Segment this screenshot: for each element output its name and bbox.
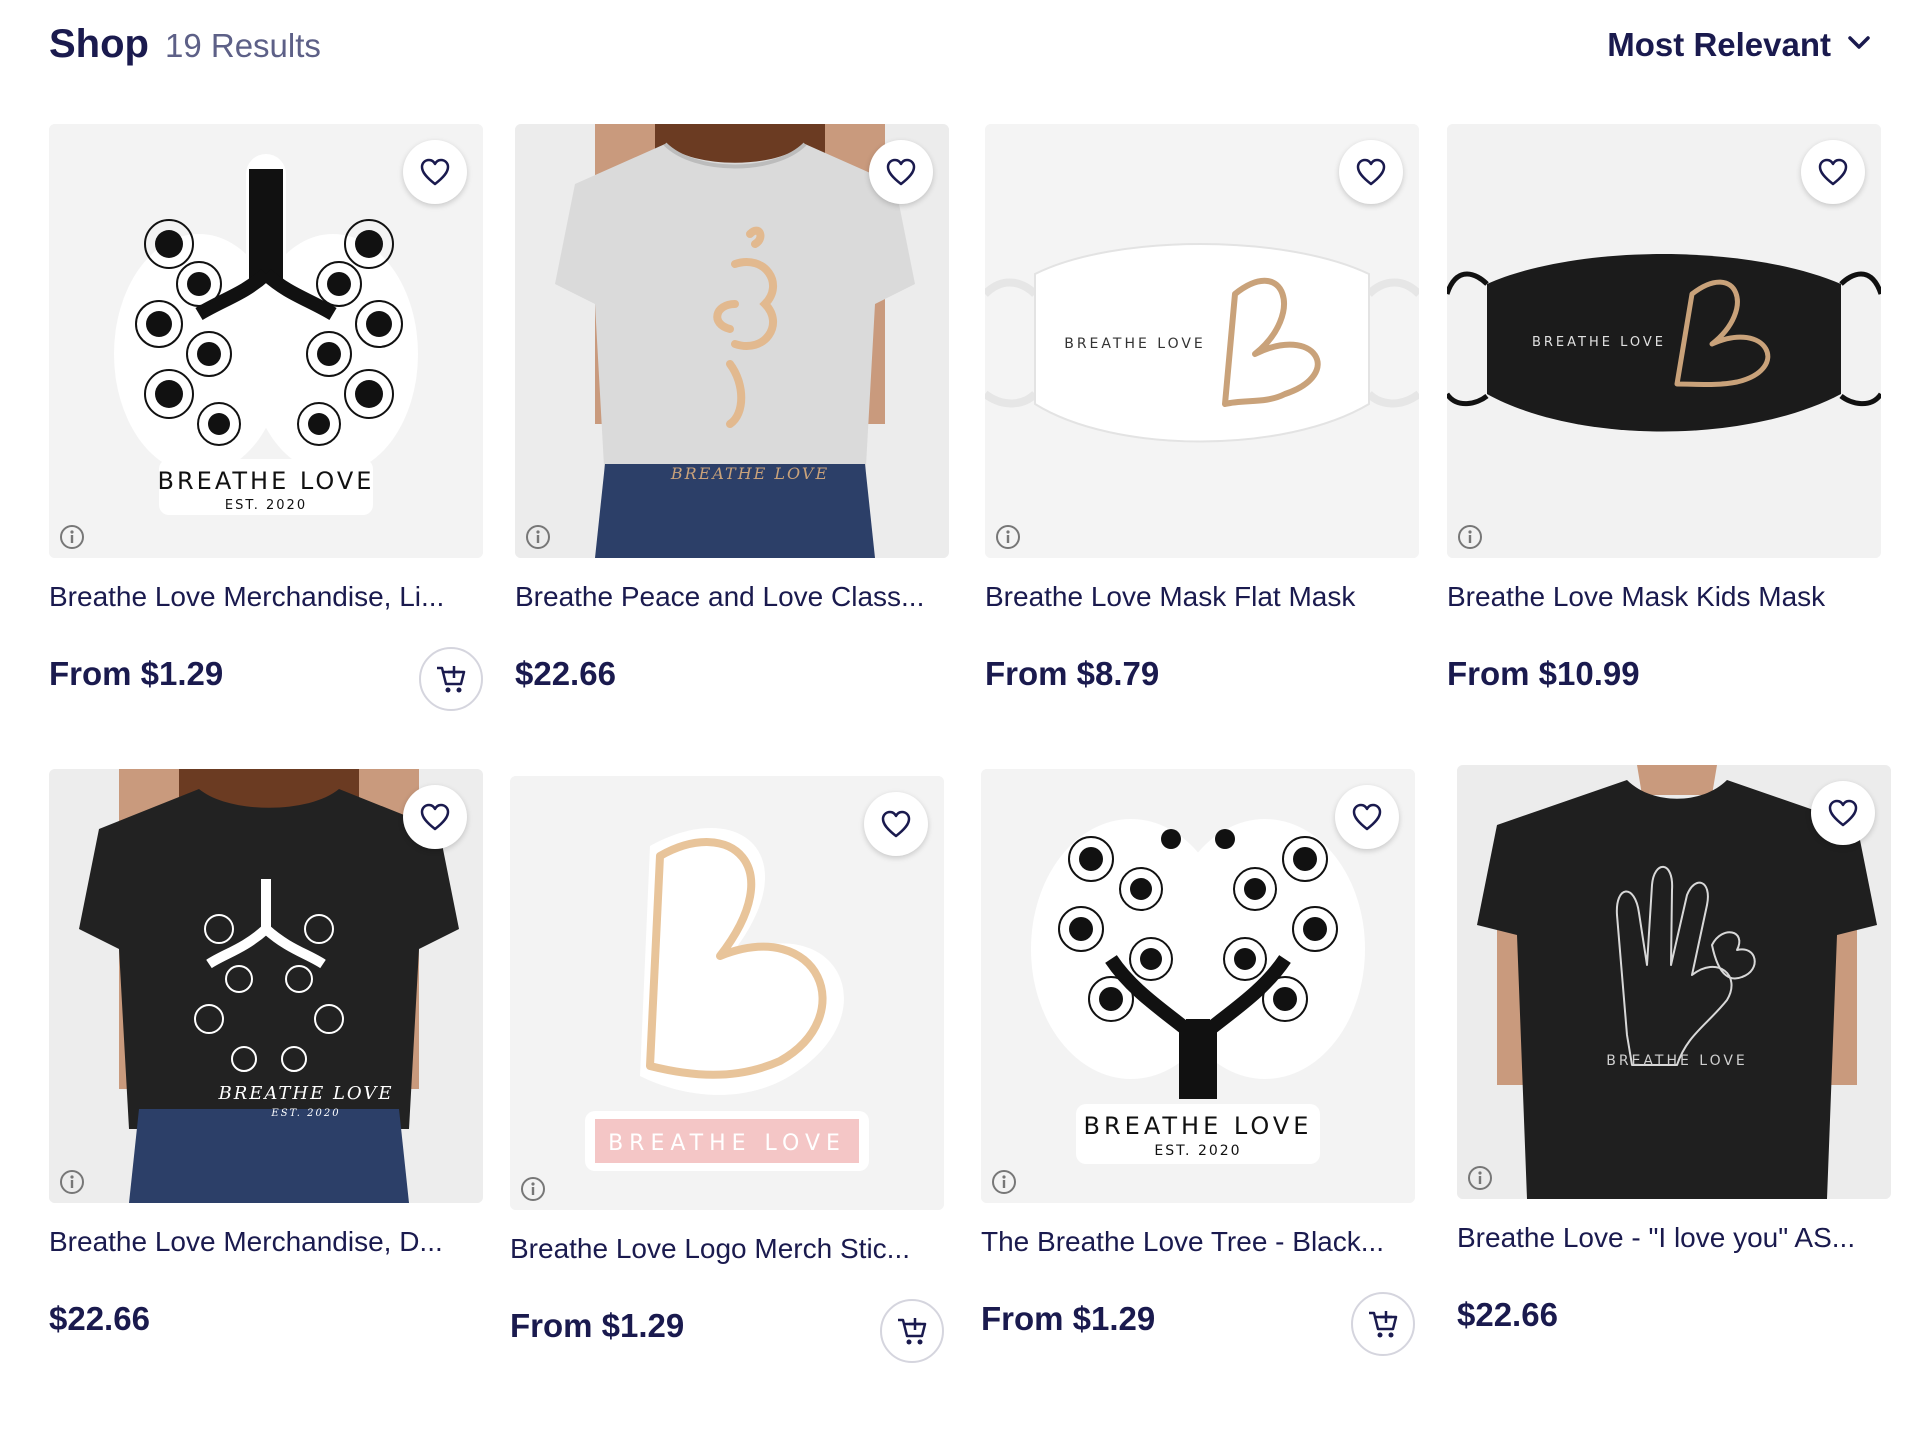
favorite-button[interactable] bbox=[1801, 140, 1865, 204]
info-icon bbox=[60, 525, 84, 549]
product-title[interactable]: Breathe Love Mask Kids Mask bbox=[1447, 581, 1881, 613]
info-icon bbox=[992, 1170, 1016, 1194]
product-card[interactable]: BREATHE LOVE EST. 2020 The Breathe Love … bbox=[981, 769, 1415, 1356]
product-price: $22.66 bbox=[49, 1300, 150, 1337]
product-title[interactable]: Breathe Peace and Love Class... bbox=[515, 581, 949, 613]
heart-icon bbox=[1356, 158, 1386, 186]
add-to-cart-button[interactable] bbox=[1351, 1292, 1415, 1356]
svg-text:BREATHE LOVE: BREATHE LOVE bbox=[158, 467, 375, 495]
svg-text:EST. 2020: EST. 2020 bbox=[1154, 1143, 1241, 1159]
svg-text:BREATHE LOVE: BREATHE LOVE bbox=[608, 1131, 846, 1156]
favorite-button[interactable] bbox=[869, 140, 933, 204]
product-title[interactable]: Breathe Love Merchandise, D... bbox=[49, 1226, 483, 1258]
svg-text:BREATHE LOVE: BREATHE LOVE bbox=[1084, 1112, 1313, 1140]
product-image[interactable]: BREATHE LOVE EST. 2020 bbox=[49, 124, 483, 558]
product-price: From $1.29 bbox=[510, 1307, 685, 1344]
sort-dropdown[interactable]: Most Relevant bbox=[1607, 26, 1871, 64]
product-price: From $8.79 bbox=[985, 655, 1160, 692]
heart-icon bbox=[1828, 799, 1858, 827]
product-price: $22.66 bbox=[1457, 1296, 1558, 1333]
svg-text:EST. 2020: EST. 2020 bbox=[270, 1108, 340, 1119]
sort-label: Most Relevant bbox=[1607, 26, 1831, 63]
svg-text:EST. 2020: EST. 2020 bbox=[225, 498, 307, 513]
heart-icon bbox=[1352, 803, 1382, 831]
svg-text:BREATHE LOVE: BREATHE LOVE bbox=[217, 1083, 393, 1104]
product-image[interactable]: BREATHE LOVE bbox=[510, 776, 944, 1210]
info-icon bbox=[60, 1170, 84, 1194]
product-card[interactable]: BREATHE LOVE Breathe Love Mask Kids Mask… bbox=[1447, 124, 1881, 692]
product-image[interactable]: BREATHE LOVE bbox=[1457, 765, 1891, 1199]
product-title[interactable]: Breathe Love Mask Flat Mask bbox=[985, 581, 1419, 613]
product-title[interactable]: Breathe Love Logo Merch Stic... bbox=[510, 1233, 944, 1265]
cart-add-icon bbox=[437, 666, 466, 693]
product-price: From $1.29 bbox=[981, 1300, 1156, 1337]
product-image[interactable]: BREATHE LOVE bbox=[1447, 124, 1881, 558]
product-card[interactable]: BREATHE LOVE EST. 2020 Breathe Love Merc… bbox=[49, 124, 483, 711]
product-price: From $1.29 bbox=[49, 655, 224, 692]
shop-header: Shop 19 Results bbox=[49, 22, 321, 67]
product-card[interactable]: BREATHE LOVE Breathe Love Logo Merch Sti… bbox=[510, 776, 944, 1363]
product-image[interactable]: BREATHE LOVE EST. 2020 bbox=[981, 769, 1415, 1203]
svg-text:BREATHE LOVE: BREATHE LOVE bbox=[1064, 336, 1206, 352]
svg-text:BREATHE LOVE: BREATHE LOVE bbox=[670, 464, 829, 483]
info-icon bbox=[1468, 1166, 1492, 1190]
product-card[interactable]: BREATHE LOVE Breathe Love - "I love you"… bbox=[1457, 765, 1891, 1333]
favorite-button[interactable] bbox=[403, 785, 467, 849]
product-price: From $10.99 bbox=[1447, 655, 1640, 692]
result-count: 19 Results bbox=[164, 27, 321, 64]
favorite-button[interactable] bbox=[1335, 785, 1399, 849]
info-icon bbox=[996, 525, 1020, 549]
svg-text:BREATHE LOVE: BREATHE LOVE bbox=[1532, 335, 1666, 350]
add-to-cart-button[interactable] bbox=[419, 647, 483, 711]
favorite-button[interactable] bbox=[403, 140, 467, 204]
cart-add-icon bbox=[1369, 1311, 1398, 1338]
product-card[interactable]: BREATHE LOVE Breathe Love Mask Flat Mask… bbox=[985, 124, 1419, 692]
heart-icon bbox=[420, 803, 450, 831]
add-to-cart-button[interactable] bbox=[880, 1299, 944, 1363]
heart-icon bbox=[881, 810, 911, 838]
info-icon bbox=[1458, 525, 1482, 549]
info-icon bbox=[521, 1177, 545, 1201]
product-title[interactable]: The Breathe Love Tree - Black... bbox=[981, 1226, 1415, 1258]
product-price: $22.66 bbox=[515, 655, 616, 692]
heart-icon bbox=[420, 158, 450, 186]
heart-icon bbox=[1818, 158, 1848, 186]
product-card[interactable]: BREATHE LOVE EST. 2020 Breathe Love Merc… bbox=[49, 769, 483, 1337]
product-title[interactable]: Breathe Love - "I love you" AS... bbox=[1457, 1222, 1891, 1254]
page-title: Shop bbox=[49, 22, 149, 66]
info-icon bbox=[526, 525, 550, 549]
favorite-button[interactable] bbox=[1811, 781, 1875, 845]
chevron-down-icon bbox=[1847, 35, 1871, 56]
product-image[interactable]: BREATHE LOVE bbox=[515, 124, 949, 558]
heart-icon bbox=[886, 158, 916, 186]
favorite-button[interactable] bbox=[864, 792, 928, 856]
product-image[interactable]: BREATHE LOVE EST. 2020 bbox=[49, 769, 483, 1203]
favorite-button[interactable] bbox=[1339, 140, 1403, 204]
cart-add-icon bbox=[898, 1318, 927, 1345]
product-card[interactable]: BREATHE LOVE Breathe Peace and Love Clas… bbox=[515, 124, 949, 692]
product-title[interactable]: Breathe Love Merchandise, Li... bbox=[49, 581, 483, 613]
svg-text:BREATHE LOVE: BREATHE LOVE bbox=[1606, 1053, 1748, 1069]
product-image[interactable]: BREATHE LOVE bbox=[985, 124, 1419, 558]
